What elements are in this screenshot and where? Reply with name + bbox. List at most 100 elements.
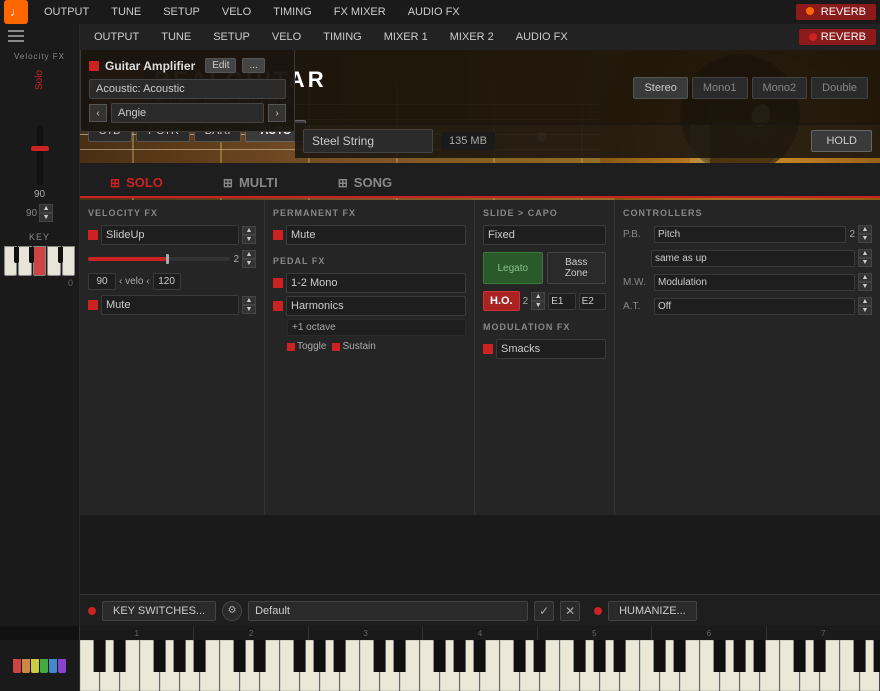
same-as-select[interactable]: same as up [651,250,855,267]
at-type-select[interactable]: Off [654,298,855,315]
ks-close-icon[interactable]: ✕ [560,601,580,621]
double-btn[interactable]: Double [811,77,868,99]
ks-check-icon[interactable]: ✓ [534,601,554,621]
tab-multi[interactable]: ⊞ MULTI [193,169,308,196]
step-up[interactable]: ▲ [39,204,53,213]
slideup-select[interactable]: SlideUp [101,225,239,245]
vel-slider-fill [88,257,166,261]
toggle-sustain-row: Toggle Sustain [273,341,466,352]
sms-tabs-row: ⊞ SOLO ⊞ MULTI ⊞ SONG [80,163,880,198]
slider-controls: 90 ▲ ▼ [4,204,75,222]
menu-fx-mixer[interactable]: FX MIXER [324,4,396,20]
menu-icon[interactable] [0,24,79,48]
slider-stepper[interactable]: ▲ ▼ [39,204,53,222]
pb-type-select[interactable]: Pitch [654,226,846,243]
top-reverb-btn[interactable]: REVERB [796,4,876,20]
ho-stepper[interactable]: ▲ ▼ [531,292,545,310]
amp-edit-btn[interactable]: Edit [205,58,236,73]
octave-select[interactable]: +1 octave [287,319,466,336]
amount-stepper[interactable]: ▲ ▼ [242,250,256,268]
menu2-mixer1[interactable]: MIXER 1 [374,29,438,45]
piano-left-panel [0,640,80,691]
amp-preset-select[interactable]: Acoustic: Acoustic [89,79,286,99]
ks-red-dot [88,607,96,615]
menu-tune[interactable]: TUNE [101,4,151,20]
amount-up[interactable]: ▲ [242,250,256,259]
same-step-down[interactable]: ▼ [858,258,872,267]
menu2-reverb-btn[interactable]: REVERB [799,29,876,45]
step-down[interactable]: ▼ [39,213,53,222]
pb-stepper[interactable]: ▲ ▼ [858,225,872,243]
slide-capo-mode-select[interactable]: Fixed [483,225,606,245]
ho-step-down[interactable]: ▼ [531,301,545,310]
amp-dots-btn[interactable]: ... [242,58,264,73]
hold-btn[interactable]: HOLD [811,130,872,152]
amp-next-btn[interactable]: › [268,104,286,122]
at-stepper[interactable]: ▲ ▼ [858,297,872,315]
mw-step-down[interactable]: ▼ [858,282,872,291]
ks-preset-select[interactable]: Default [248,601,528,621]
menu-setup[interactable]: SETUP [153,4,210,20]
menu2-output[interactable]: OUTPUT [84,29,149,45]
amp-prev-btn[interactable]: ‹ [89,104,107,122]
pedal-select1[interactable]: 1-2 Mono [286,273,466,293]
pb-step-up[interactable]: ▲ [858,225,872,234]
ho-e2-select[interactable]: E2 [579,293,606,310]
pb-step-down[interactable]: ▼ [858,234,872,243]
mono2-btn[interactable]: Mono2 [752,77,808,99]
slider-handle[interactable] [31,146,49,151]
stereo-btn[interactable]: Stereo [633,77,687,99]
bot-step-up[interactable]: ▲ [242,296,256,305]
menu2-audio-fx[interactable]: AUDIO FX [506,29,578,45]
menu2-setup[interactable]: SETUP [203,29,260,45]
bot-step-down[interactable]: ▼ [242,305,256,314]
menu2-timing[interactable]: TIMING [313,29,372,45]
guitar-type-select[interactable]: Steel String [303,129,433,153]
same-step-up[interactable]: ▲ [858,249,872,258]
legato-btn[interactable]: Legato [483,252,543,284]
ks-settings-icon[interactable]: ⚙ [222,601,242,621]
at-step-down[interactable]: ▼ [858,306,872,315]
key-switches-btn[interactable]: KEY SWITCHES... [102,601,216,621]
piano-numbers-row: 1 2 3 4 5 6 7 [0,626,880,640]
mw-type-select[interactable]: Modulation [654,274,855,291]
ho-btn[interactable]: H.O. [483,291,520,311]
same-as-stepper[interactable]: ▲ ▼ [858,249,872,267]
menu-velo[interactable]: VELO [212,4,261,20]
at-step-up[interactable]: ▲ [858,297,872,306]
velo-min-input[interactable] [88,273,116,290]
tab-solo[interactable]: ⊞ SOLO [80,169,193,198]
bot-effect-stepper[interactable]: ▲ ▼ [242,296,256,314]
bot-effect-select[interactable]: Mute [101,295,239,315]
slideup-stepper[interactable]: ▲ ▼ [242,226,256,244]
color-key-5 [49,659,57,673]
mono1-btn[interactable]: Mono1 [692,77,748,99]
amount-down[interactable]: ▼ [242,259,256,268]
menu-output[interactable]: OUTPUT [34,4,99,20]
mod-effect-select[interactable]: Smacks [496,339,606,359]
mw-step-up[interactable]: ▲ [858,273,872,282]
amp-title-row: Guitar Amplifier Edit ... [89,58,286,73]
menu2-velo[interactable]: VELO [262,29,311,45]
amp-song-select[interactable]: Angie [111,103,264,123]
slideup-step-up[interactable]: ▲ [242,226,256,235]
menu-timing[interactable]: TIMING [263,4,322,20]
tab-song[interactable]: ⊞ SONG [308,169,422,196]
slideup-step-down[interactable]: ▼ [242,235,256,244]
harmonics-select[interactable]: Harmonics [286,296,466,316]
humanize-btn[interactable]: HUMANIZE... [608,601,697,621]
menu2-mixer2[interactable]: MIXER 2 [440,29,504,45]
ho-e1-select[interactable]: E1 [548,293,575,310]
perm-mute-select[interactable]: Mute [286,225,466,245]
ho-step-up[interactable]: ▲ [531,292,545,301]
menu-audio-fx[interactable]: AUDIO FX [398,4,470,20]
vert-slider[interactable] [37,125,43,185]
mw-stepper[interactable]: ▲ ▼ [858,273,872,291]
velo-max-input[interactable] [153,273,181,290]
menu2-tune[interactable]: TUNE [151,29,201,45]
vel-amount: 2 [233,254,239,265]
vel-slider-thumb[interactable] [166,254,169,264]
bass-zone-btn[interactable]: Bass Zone [547,252,607,284]
at-label: A.T. [623,301,651,312]
vel-slider-track[interactable] [88,257,230,261]
